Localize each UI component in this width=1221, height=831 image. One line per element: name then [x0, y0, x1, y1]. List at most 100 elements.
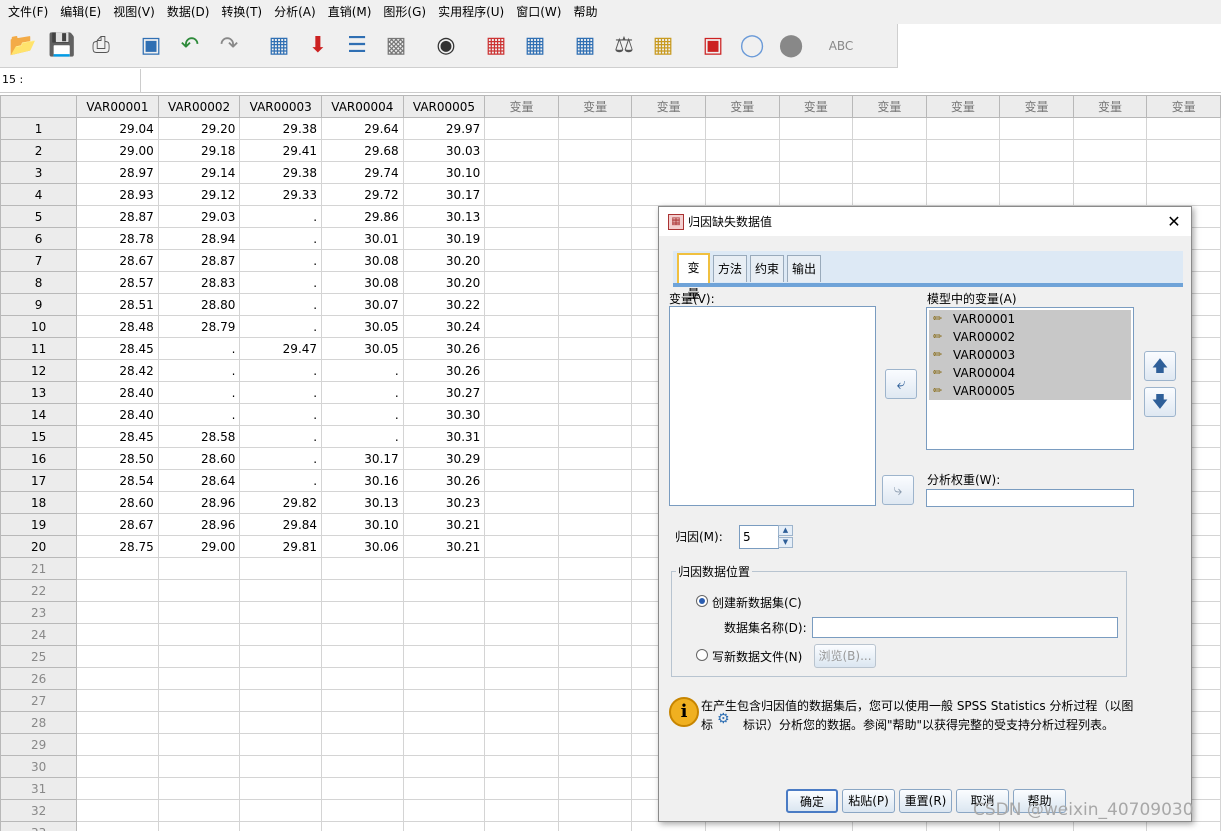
- data-cell[interactable]: .: [157, 359, 241, 382]
- empty-cell[interactable]: [484, 359, 559, 382]
- data-cell[interactable]: [239, 623, 323, 646]
- data-cell[interactable]: [321, 755, 404, 778]
- data-cell[interactable]: [239, 579, 323, 602]
- data-cell[interactable]: 29.14: [157, 161, 241, 184]
- grid-corner[interactable]: [0, 95, 78, 118]
- data-cell[interactable]: .: [239, 447, 323, 470]
- empty-column-header[interactable]: 变量: [631, 95, 706, 118]
- row-number[interactable]: 3: [0, 161, 78, 184]
- data-cell[interactable]: [321, 667, 404, 690]
- list-item[interactable]: ✏ VAR00004: [929, 364, 1131, 382]
- data-cell[interactable]: [157, 689, 241, 712]
- empty-cell[interactable]: [1146, 117, 1221, 140]
- row-number[interactable]: 24: [0, 623, 78, 646]
- empty-cell[interactable]: [999, 139, 1074, 162]
- empty-cell[interactable]: [704, 821, 780, 831]
- data-cell[interactable]: 30.07: [321, 293, 404, 316]
- data-cell[interactable]: 30.24: [402, 315, 486, 338]
- open-folder-icon[interactable]: 📂: [8, 30, 38, 62]
- data-cell[interactable]: .: [239, 381, 323, 404]
- data-cell[interactable]: [321, 689, 404, 712]
- data-cell[interactable]: 29.74: [321, 161, 404, 184]
- select-cases-icon[interactable]: ▦: [648, 30, 678, 62]
- imputations-input[interactable]: 5: [739, 525, 779, 549]
- data-cell[interactable]: [157, 601, 241, 624]
- data-cell[interactable]: [76, 755, 159, 778]
- empty-cell[interactable]: [557, 491, 633, 514]
- empty-column-header[interactable]: 变量: [852, 95, 927, 118]
- empty-cell[interactable]: [557, 799, 633, 822]
- insert-variable-icon[interactable]: ▦: [520, 30, 550, 62]
- data-cell[interactable]: 29.20: [157, 117, 241, 140]
- data-cell[interactable]: 29.38: [239, 161, 323, 184]
- move-down-button[interactable]: 🡇: [1144, 387, 1176, 417]
- list-item[interactable]: ✏ VAR00003: [929, 346, 1131, 364]
- data-cell[interactable]: .: [321, 359, 404, 382]
- empty-cell[interactable]: [484, 315, 559, 338]
- empty-cell[interactable]: [557, 623, 633, 646]
- tab-constraints[interactable]: 约束: [750, 255, 784, 282]
- row-number[interactable]: 30: [0, 755, 78, 778]
- empty-cell[interactable]: [778, 821, 854, 831]
- empty-cell[interactable]: [704, 117, 780, 140]
- data-cell[interactable]: [321, 579, 404, 602]
- data-cell[interactable]: [76, 645, 159, 668]
- data-cell[interactable]: 28.45: [76, 425, 159, 448]
- data-cell[interactable]: [157, 667, 241, 690]
- move-up-button[interactable]: 🡅: [1144, 351, 1176, 381]
- empty-cell[interactable]: [484, 645, 559, 668]
- empty-cell[interactable]: [557, 381, 633, 404]
- row-number[interactable]: 28: [0, 711, 78, 734]
- analysis-weight-field[interactable]: [926, 489, 1134, 507]
- data-cell[interactable]: 30.23: [402, 491, 486, 514]
- row-number[interactable]: 20: [0, 535, 78, 558]
- data-cell[interactable]: 28.40: [76, 381, 159, 404]
- data-cell[interactable]: [321, 711, 404, 734]
- empty-cell[interactable]: [999, 161, 1074, 184]
- list-item[interactable]: ✏ VAR00001: [929, 310, 1131, 328]
- write-new-data-file-radio[interactable]: [696, 649, 708, 661]
- data-cell[interactable]: [402, 689, 486, 712]
- data-cell[interactable]: .: [239, 205, 323, 228]
- empty-cell[interactable]: [484, 139, 559, 162]
- empty-cell[interactable]: [557, 469, 633, 492]
- empty-cell[interactable]: [484, 381, 559, 404]
- goto-case-icon[interactable]: ▦: [264, 30, 294, 62]
- empty-cell[interactable]: [557, 755, 633, 778]
- empty-cell[interactable]: [925, 117, 1001, 140]
- data-cell[interactable]: [402, 579, 486, 602]
- empty-cell[interactable]: [484, 183, 559, 206]
- insert-cases-icon[interactable]: ▦: [481, 30, 511, 62]
- empty-cell[interactable]: [557, 293, 633, 316]
- data-cell[interactable]: 30.16: [321, 469, 404, 492]
- empty-cell[interactable]: [557, 447, 633, 470]
- empty-cell[interactable]: [484, 293, 559, 316]
- data-cell[interactable]: 30.26: [402, 469, 486, 492]
- empty-cell[interactable]: [557, 645, 633, 668]
- data-cell[interactable]: 29.86: [321, 205, 404, 228]
- data-cell[interactable]: [402, 645, 486, 668]
- data-cell[interactable]: [239, 689, 323, 712]
- column-header[interactable]: VAR00004: [321, 95, 404, 118]
- data-cell[interactable]: 29.04: [76, 117, 159, 140]
- row-number[interactable]: 4: [0, 183, 78, 206]
- weight-cases-icon[interactable]: ⚖: [609, 30, 639, 62]
- row-number[interactable]: 9: [0, 293, 78, 316]
- empty-cell[interactable]: [484, 821, 559, 831]
- empty-column-header[interactable]: 变量: [1072, 95, 1148, 118]
- data-cell[interactable]: [321, 623, 404, 646]
- empty-cell[interactable]: [557, 183, 633, 206]
- print-icon[interactable]: ⎙: [86, 30, 116, 62]
- data-cell[interactable]: [321, 799, 404, 822]
- show-all-variables-icon[interactable]: ⬤: [776, 30, 806, 62]
- value-labels-icon[interactable]: ▣: [698, 30, 728, 62]
- data-cell[interactable]: 28.75: [76, 535, 159, 558]
- row-number[interactable]: 22: [0, 579, 78, 602]
- empty-cell[interactable]: [557, 777, 633, 800]
- empty-cell[interactable]: [925, 139, 1001, 162]
- row-number[interactable]: 27: [0, 689, 78, 712]
- row-number[interactable]: 8: [0, 271, 78, 294]
- data-cell[interactable]: 30.19: [402, 227, 486, 250]
- empty-cell[interactable]: [704, 139, 780, 162]
- data-cell[interactable]: .: [239, 293, 323, 316]
